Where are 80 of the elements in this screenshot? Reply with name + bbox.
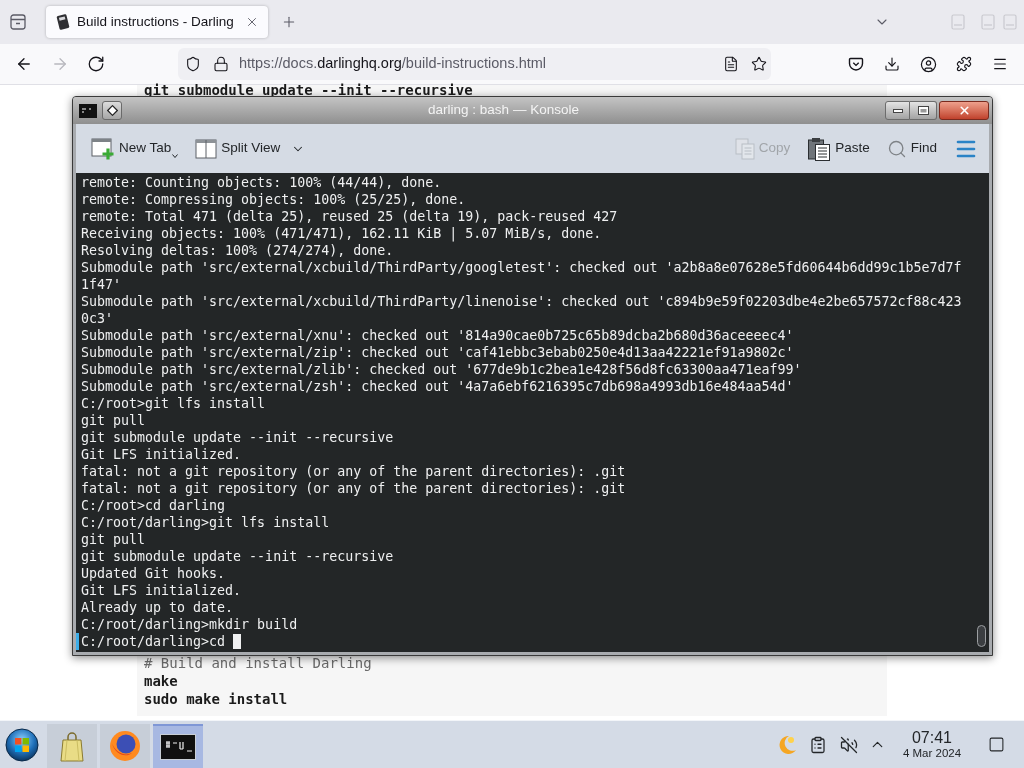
- clipboard-icon[interactable]: [809, 735, 827, 754]
- terminal-line: 0c3': [81, 310, 114, 327]
- terminal-icon: [160, 734, 196, 760]
- split-view-icon: [195, 137, 218, 160]
- square-icon[interactable]: [988, 736, 1005, 753]
- terminal-line: fatal: not a git repository (or any of the parent directories): .git: [81, 480, 626, 497]
- bag-icon: [59, 730, 85, 762]
- document-icon[interactable]: [723, 56, 739, 72]
- maximize-button[interactable]: [910, 101, 937, 120]
- new-tab-button[interactable]: New Tab: [91, 132, 179, 165]
- tray-icon[interactable]: [10, 14, 26, 30]
- terminal-line: git pull: [81, 531, 146, 548]
- line-marker-icon: [76, 633, 79, 650]
- menu-icon[interactable]: [992, 56, 1008, 72]
- terminal-line: 1f47': [81, 276, 122, 293]
- tray-chevron-icon[interactable]: [848, 56, 864, 72]
- terminal-line: Git LFS initialized.: [81, 582, 242, 599]
- terminal-line: remote: Counting objects: 100% (44/44), done.: [81, 174, 442, 191]
- terminal-line: Submodule path 'src/external/zlib': checked out '677de9b1c2bea1e428f56d8fc63300aa471eaf99': [81, 361, 802, 378]
- split-view-button[interactable]: Split View: [195, 132, 306, 165]
- terminal-line: C:/root>git lfs install: [81, 395, 266, 412]
- terminal-line: C:/root/darling>mkdir build: [81, 616, 298, 633]
- clock-date[interactable]: 4 Mar 2024: [902, 746, 962, 760]
- browser-tab[interactable]: Build instructions - Darling: [46, 6, 268, 38]
- terminal-line: Submodule path 'src/external/zsh': checked out '4a7a6ebf6216395c7db698a4993db16e484aa54d': [81, 378, 794, 395]
- reload-icon[interactable]: [87, 55, 105, 73]
- close-icon[interactable]: [245, 15, 259, 29]
- cursor-icon: [233, 634, 242, 649]
- close-icon: [957, 104, 971, 117]
- code-comment: # Build and install Darling: [144, 654, 372, 672]
- puzzle-icon[interactable]: [956, 56, 972, 72]
- window-title: darling : bash — Konsole: [427, 101, 580, 120]
- terminal-line: C:/root/darling>cd: [81, 633, 226, 650]
- scrollbar-thumb[interactable]: [976, 625, 986, 647]
- maximize-icon: [917, 106, 929, 115]
- address-field[interactable]: https://docs.darlinghq.org/build-instructions.html: [178, 48, 771, 80]
- new-tab-icon: [91, 136, 115, 161]
- terminal-line: remote: Compressing objects: 100% (25/25), done.: [81, 191, 466, 208]
- speaker-muted-icon[interactable]: [840, 735, 858, 754]
- account-icon[interactable]: [920, 55, 937, 73]
- code-line: sudo make install: [144, 690, 288, 708]
- terminal-line: Resolving deltas: 100% (274/274), done.: [81, 242, 394, 259]
- paste-icon: [807, 136, 832, 161]
- terminal-line: remote: Total 471 (delta 25), reused 25 (delta 19), pack-reused 427: [81, 208, 618, 225]
- terminal-line: git submodule update --init --recursive: [81, 429, 394, 446]
- terminal-line: C:/root>cd darling: [81, 497, 226, 514]
- terminal-line: Submodule path 'src/external/xcbuild/ThirdParty/linenoise': checked out 'c894b9e59f02203dbe4e2be657572cf88c423: [81, 293, 962, 310]
- terminal-line: Submodule path 'src/external/xcbuild/ThirdParty/googletest': checked out 'a2b8a8e07628e5fd60644b6dd99c1b5e7d7f: [81, 259, 962, 276]
- globe-icon: [109, 730, 141, 762]
- shield-icon[interactable]: [185, 56, 201, 72]
- terminal-line: fatal: not a git repository (or any of the parent directories): .git: [81, 463, 626, 480]
- terminal-line: Receiving objects: 100% (471/471), 162.11 KiB | 5.07 MiB/s, done.: [81, 225, 602, 242]
- code-line: make: [144, 672, 178, 690]
- terminal-line: Submodule path 'src/external/xnu': checked out '814a90cae0b725c65b89dcba2b680d36aceeeec4': [81, 327, 794, 344]
- terminal-line: C:/root/darling>git lfs install: [81, 514, 330, 531]
- minimize-button[interactable]: [885, 101, 910, 120]
- star-icon[interactable]: [751, 56, 767, 72]
- download-icon[interactable]: [884, 56, 900, 72]
- keep-above-button[interactable]: [102, 101, 122, 120]
- minimize-icon: [892, 108, 903, 113]
- terminal-line: git pull: [81, 412, 146, 429]
- plus-icon[interactable]: [281, 14, 297, 30]
- clock-time[interactable]: 07:41: [911, 729, 952, 746]
- terminal-icon[interactable]: [79, 103, 97, 118]
- terminal-line: Git LFS initialized.: [81, 446, 242, 463]
- terminal-line: Already up to date.: [81, 599, 234, 616]
- diamond-icon: [106, 105, 118, 116]
- terminal-line: Submodule path 'src/external/zip': checked out 'caf41ebbc3ebab0250e4d13aa42221ef91a9802c': [81, 344, 794, 361]
- find-button[interactable]: Find: [886, 132, 937, 165]
- caret-icon: [172, 153, 179, 158]
- close-button[interactable]: [939, 101, 989, 120]
- lock-icon[interactable]: [213, 56, 229, 72]
- paste-button[interactable]: Paste: [807, 132, 870, 165]
- start-orb-icon[interactable]: [5, 727, 39, 762]
- book-icon: [55, 14, 71, 30]
- terminal-line: Updated Git hooks.: [81, 565, 226, 582]
- copy-icon: [734, 137, 755, 160]
- taskbar-button[interactable]: [153, 724, 203, 768]
- search-icon: [886, 138, 907, 159]
- terminal-line: git submodule update --init --recursive: [81, 548, 394, 565]
